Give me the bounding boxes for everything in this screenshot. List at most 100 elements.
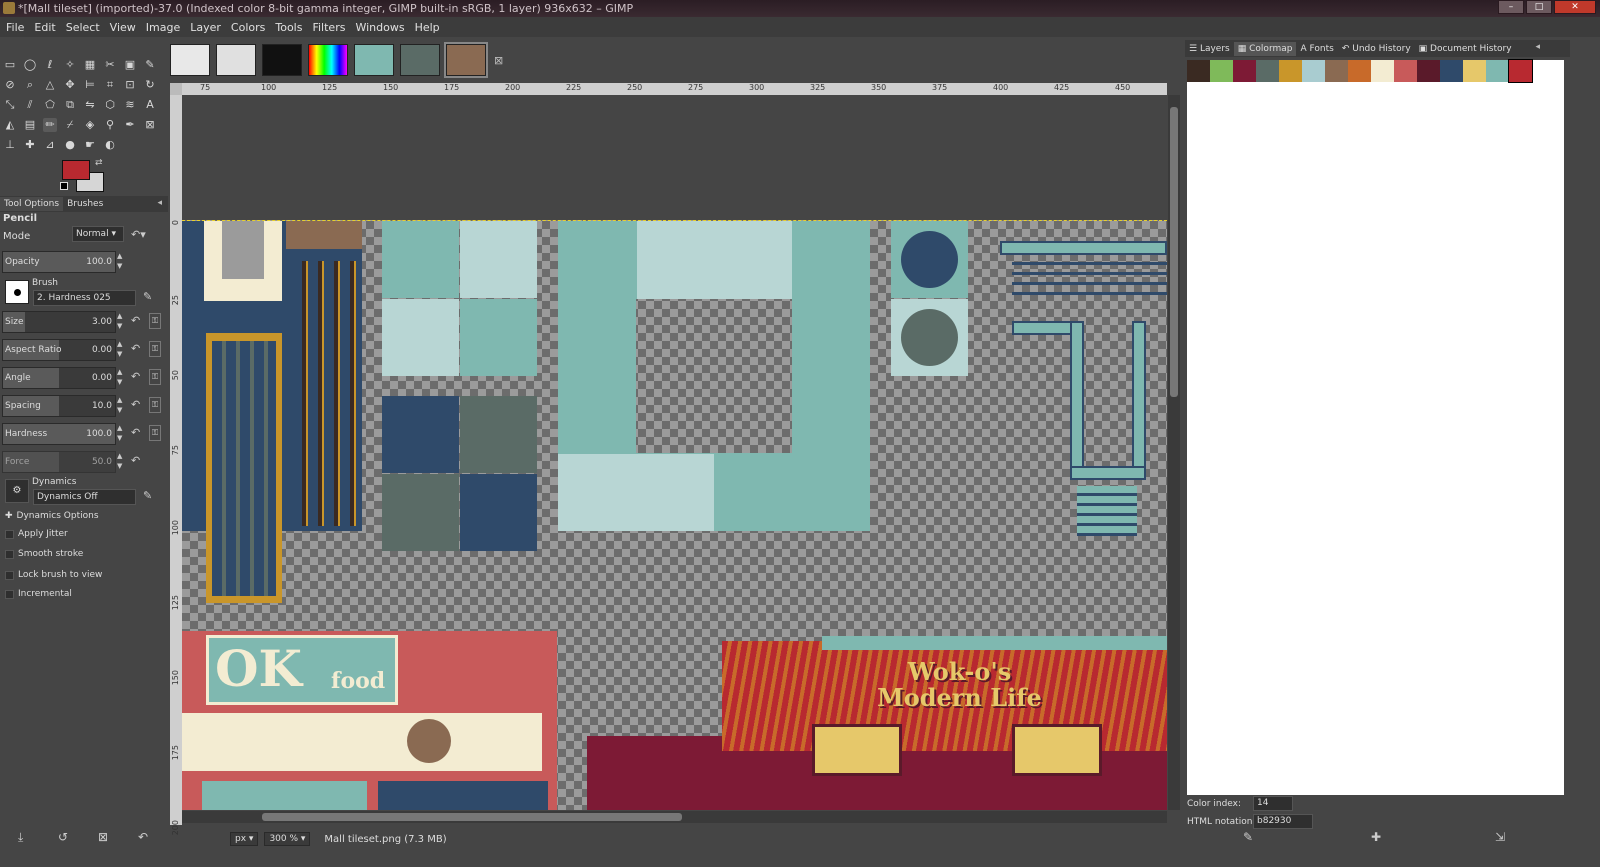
- menu-tools[interactable]: Tools: [275, 21, 302, 34]
- menu-windows[interactable]: Windows: [355, 21, 404, 34]
- zoom-icon[interactable]: ⌕: [23, 78, 37, 92]
- colormap-swatch[interactable]: [1463, 60, 1486, 82]
- vertical-scrollbar[interactable]: [1168, 95, 1180, 810]
- aspect-link-icon[interactable]: ⚿: [149, 341, 161, 357]
- opacity-spinner[interactable]: ▲ ▼: [117, 251, 125, 273]
- foreground-color-swatch[interactable]: [62, 160, 90, 180]
- lock-brush-checkbox[interactable]: Lock brush to view: [5, 570, 102, 580]
- aspect-ratio-slider[interactable]: Aspect Ratio 0.00: [2, 339, 116, 361]
- brush-select[interactable]: 2. Hardness 025: [33, 290, 136, 306]
- rect-select-icon[interactable]: ▭: [3, 58, 17, 72]
- tileset-image[interactable]: OK food Wok-o's Modern Life: [182, 220, 1167, 810]
- angle-spinner[interactable]: ▲ ▼: [117, 367, 125, 389]
- hardness-spinner[interactable]: ▲ ▼: [117, 423, 125, 445]
- image-tab[interactable]: [308, 44, 348, 76]
- menu-view[interactable]: View: [110, 21, 136, 34]
- spacing-link-icon[interactable]: ⚿: [149, 397, 161, 413]
- move-icon[interactable]: ✥: [63, 78, 77, 92]
- heal-icon[interactable]: ✚: [23, 138, 37, 152]
- swap-colors-icon[interactable]: ⇄: [95, 158, 103, 168]
- dynamics-select[interactable]: Dynamics Off: [33, 489, 136, 505]
- smudge-icon[interactable]: ☛: [83, 138, 97, 152]
- hardness-reset-icon[interactable]: ↶: [131, 426, 140, 439]
- maximize-button[interactable]: □: [1526, 0, 1552, 14]
- menu-layer[interactable]: Layer: [190, 21, 221, 34]
- cage-icon[interactable]: ⬡: [103, 98, 117, 112]
- menu-file[interactable]: File: [6, 21, 24, 34]
- gradient-icon[interactable]: ▤: [23, 118, 37, 132]
- airbrush-icon[interactable]: ⚲: [103, 118, 117, 132]
- mode-reset-icon[interactable]: ↶▾: [131, 228, 146, 241]
- tab-colormap[interactable]: ▦ Colormap: [1233, 41, 1297, 56]
- angle-reset-icon[interactable]: ↶: [131, 370, 140, 383]
- colormap-swatch[interactable]: [1440, 60, 1463, 82]
- align-icon[interactable]: ⊨: [83, 78, 97, 92]
- brush-preview[interactable]: [5, 280, 29, 304]
- color-select-icon[interactable]: ▦: [83, 58, 97, 72]
- smooth-stroke-checkbox[interactable]: Smooth stroke: [5, 549, 83, 559]
- tab-fonts[interactable]: A Fonts: [1296, 42, 1337, 56]
- image-tab[interactable]: [216, 44, 256, 76]
- zoom-select[interactable]: 300 % ▾: [264, 832, 311, 846]
- html-notation-input[interactable]: b82930: [1253, 814, 1313, 829]
- tab-document-history[interactable]: ▣ Document History: [1415, 42, 1516, 56]
- colormap-swatch[interactable]: [1233, 60, 1256, 82]
- tab-undo-history[interactable]: ↶ Undo History: [1338, 42, 1415, 56]
- size-spinner[interactable]: ▲ ▼: [117, 311, 125, 333]
- colormap-swatch[interactable]: [1348, 60, 1371, 82]
- aspect-reset-icon[interactable]: ↶: [131, 342, 140, 355]
- close-button[interactable]: ✕: [1554, 0, 1596, 14]
- dynamics-options-expander[interactable]: ✚ Dynamics Options: [5, 511, 99, 521]
- menu-filters[interactable]: Filters: [312, 21, 345, 34]
- warp-icon[interactable]: ≋: [123, 98, 137, 112]
- menu-help[interactable]: Help: [415, 21, 440, 34]
- delete-options-icon[interactable]: ⊠: [98, 830, 108, 844]
- tab-tool-options[interactable]: Tool Options: [0, 197, 64, 211]
- ellipse-select-icon[interactable]: ◯: [23, 58, 37, 72]
- measure-icon[interactable]: △: [43, 78, 57, 92]
- image-tab[interactable]: [262, 44, 302, 76]
- fuzzy-select-icon[interactable]: ✧: [63, 58, 77, 72]
- colormap-swatch[interactable]: [1325, 60, 1348, 82]
- incremental-checkbox[interactable]: Incremental: [5, 589, 72, 599]
- opacity-slider[interactable]: Opacity 100.0: [2, 251, 116, 273]
- force-reset-icon[interactable]: ↶: [131, 454, 140, 467]
- size-slider[interactable]: Size 3.00: [2, 311, 116, 333]
- colormap-swatch[interactable]: [1302, 60, 1325, 82]
- mypaint-brush-icon[interactable]: ⊠: [143, 118, 157, 132]
- edit-brush-icon[interactable]: ✎: [143, 290, 152, 303]
- menu-colors[interactable]: Colors: [231, 21, 265, 34]
- tab-brushes[interactable]: Brushes: [63, 197, 107, 211]
- add-color-icon[interactable]: ✚: [1371, 830, 1381, 844]
- menu-edit[interactable]: Edit: [34, 21, 55, 34]
- colormap-swatch[interactable]: [1371, 60, 1394, 82]
- text-icon[interactable]: A: [143, 98, 157, 112]
- minimize-button[interactable]: –: [1498, 0, 1524, 14]
- horizontal-ruler[interactable]: 75 100 125 150 175 200 225 250 275 300 325 350 375 40…: [182, 83, 1167, 95]
- 3d-transform-icon[interactable]: ⧉: [63, 98, 77, 112]
- color-index-input[interactable]: 14: [1253, 796, 1293, 811]
- hardness-link-icon[interactable]: ⚿: [149, 425, 161, 441]
- tab-layers[interactable]: ☰ Layers: [1185, 42, 1234, 56]
- save-options-icon[interactable]: ⤓: [18, 830, 23, 845]
- angle-link-icon[interactable]: ⚿: [149, 369, 161, 385]
- spacing-slider[interactable]: Spacing 10.0: [2, 395, 116, 417]
- close-tab-icon[interactable]: ⊠: [494, 54, 503, 67]
- colormap-swatch[interactable]: [1394, 60, 1417, 82]
- paths-icon[interactable]: ✎: [143, 58, 157, 72]
- crop-icon[interactable]: ⌗: [103, 78, 117, 92]
- colormap-swatch[interactable]: [1279, 60, 1302, 82]
- size-reset-icon[interactable]: ↶: [131, 314, 140, 327]
- dodge-burn-icon[interactable]: ◐: [103, 138, 117, 152]
- color-picker-icon[interactable]: ⊘: [3, 78, 17, 92]
- reset-colors-icon[interactable]: [60, 182, 68, 190]
- menu-image[interactable]: Image: [146, 21, 180, 34]
- image-tab[interactable]: [170, 44, 210, 76]
- aspect-spinner[interactable]: ▲ ▼: [117, 339, 125, 361]
- ink-icon[interactable]: ✒: [123, 118, 137, 132]
- pencil-icon[interactable]: ✏: [43, 118, 57, 132]
- mode-select[interactable]: Normal ▾: [72, 226, 124, 242]
- convert-colormap-icon[interactable]: ⇲: [1495, 830, 1505, 844]
- image-viewport[interactable]: OK food Wok-o's Modern Life: [182, 95, 1167, 810]
- ruler-corner[interactable]: [170, 83, 182, 95]
